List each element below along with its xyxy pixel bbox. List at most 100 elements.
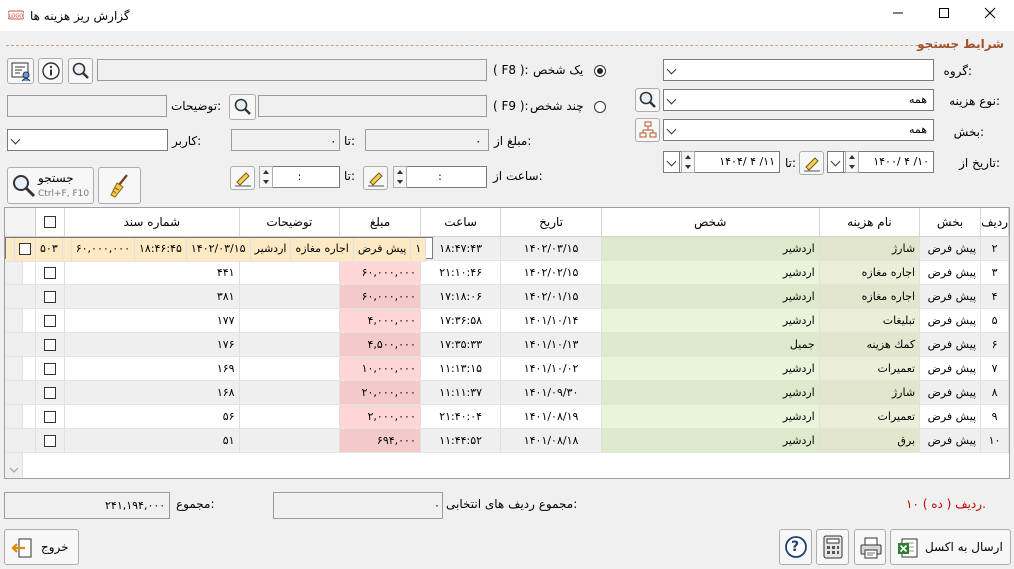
time-from-spinner[interactable] — [393, 166, 407, 188]
table-row[interactable]: ۱۷۶ ۴,۵۰۰,۰۰۰ ۱۷:۳۵:۳۳ ۱۴۰۱/۱۰/۱۳ جمیل کمك هز… — [5, 332, 1009, 357]
chevron-down-icon — [666, 64, 677, 75]
cell-section: پیش فرض — [919, 404, 982, 429]
date-from-dropdown[interactable] — [827, 151, 844, 173]
cell-cost-name: اجاره مغازه — [290, 237, 354, 262]
person-card-button[interactable] — [7, 58, 34, 84]
row-checkbox[interactable] — [14, 237, 36, 262]
one-person-radio[interactable] — [594, 65, 606, 77]
header-doc-no[interactable]: شماره سند — [64, 208, 240, 237]
cell-person: اردشیر — [601, 428, 820, 453]
maximize-button[interactable] — [921, 0, 967, 31]
row-checkbox[interactable] — [35, 284, 65, 309]
clear-time-from-button[interactable] — [363, 166, 388, 190]
section-divider — [6, 45, 918, 46]
group-label: گروه: — [943, 64, 972, 78]
header-amount[interactable]: مبلغ — [339, 208, 421, 237]
clear-time-to-button[interactable] — [230, 166, 255, 190]
row-checkbox[interactable] — [35, 380, 65, 405]
cell-date: ۱۴۰۲/۰۳/۱۵ — [500, 236, 602, 261]
table-row[interactable]: ۱۶۹ ۱۰,۰۰۰,۰۰۰ ۱۱:۱۳:۱۵ ۱۴۰۱/۱۰/۰۲ اردشیر تعم… — [5, 356, 1009, 381]
time-to-spinner[interactable] — [259, 166, 273, 188]
header-row[interactable]: ردیف — [980, 208, 1009, 237]
person-info-button[interactable] — [38, 58, 63, 84]
section-select[interactable]: همه — [663, 119, 934, 141]
group-select[interactable] — [663, 59, 934, 81]
table-row[interactable]: ۳۸۱ ۶۰,۰۰۰,۰۰۰ ۱۷:۱۸:۰۶ ۱۴۰۲/۰۱/۱۵ اردشیر اجا… — [5, 284, 1009, 309]
row-select-checkbox[interactable] — [44, 315, 57, 327]
cell-time: ۱۷:۳۶:۵۸ — [420, 308, 502, 333]
row-select-checkbox[interactable] — [44, 291, 57, 303]
table-row[interactable]: ۴۴۱ ۶۰,۰۰۰,۰۰۰ ۲۱:۱۰:۴۶ ۱۴۰۲/۰۲/۱۵ اردشیر اجا… — [5, 260, 1009, 285]
row-select-checkbox[interactable] — [19, 243, 31, 256]
cell-row-number: ۸ — [980, 380, 1009, 405]
date-to-spinner[interactable] — [681, 151, 695, 173]
row-checkbox[interactable] — [35, 356, 65, 381]
cell-person: اردشیر — [601, 308, 820, 333]
select-all-checkbox[interactable] — [44, 216, 57, 229]
header-section[interactable]: بخش — [919, 208, 982, 237]
amount-from-value: ۰ — [475, 134, 482, 148]
cost-type-select[interactable]: همه — [663, 89, 934, 111]
table-row[interactable]: ۵۶ ۲,۰۰۰,۰۰۰ ۲۱:۴۰:۰۴ ۱۴۰۱/۰۸/۱۹ اردشیر تعمیر… — [5, 404, 1009, 429]
table-row[interactable]: ۱۷۷ ۴,۰۰۰,۰۰۰ ۱۷:۳۶:۵۸ ۱۴۰۱/۱۰/۱۴ اردشیر تبلی… — [5, 308, 1009, 333]
cell-doc-no: ۵۶ — [64, 404, 240, 429]
calculator-button[interactable] — [816, 529, 849, 565]
header-person[interactable]: شخص — [601, 208, 820, 237]
multi-person-key: ( F9 ): — [493, 99, 529, 113]
clear-date-button[interactable] — [799, 151, 824, 175]
row-checkbox[interactable] — [35, 404, 65, 429]
row-select-checkbox[interactable] — [44, 339, 57, 351]
description-search-button[interactable] — [229, 94, 256, 120]
date-from-spinner[interactable] — [845, 151, 859, 173]
close-icon — [984, 7, 996, 19]
multi-person-radio[interactable] — [594, 101, 606, 113]
user-select[interactable] — [7, 129, 168, 151]
multi-person-input[interactable] — [258, 95, 487, 117]
cost-type-search-button[interactable] — [635, 88, 660, 112]
cell-description — [239, 308, 341, 333]
row-spacer — [5, 284, 37, 309]
row-checkbox[interactable] — [35, 332, 65, 357]
table-row[interactable]: ۱۶۸ ۲۰,۰۰۰,۰۰۰ ۱۱:۱۱:۳۷ ۱۴۰۱/۰۹/۳۰ اردشیر شار… — [5, 380, 1009, 405]
amount-to-input[interactable] — [231, 129, 340, 151]
table-row[interactable]: ۵۰۳ ۶۰,۰۰۰,۰۰۰ ۱۸:۴۶:۴۵ ۱۴۰۲/۰۳/۱۵ اردشیر اجا… — [5, 236, 434, 262]
header-select-all[interactable] — [35, 208, 65, 237]
cell-description — [239, 380, 341, 405]
description-input[interactable] — [7, 95, 167, 117]
header-description[interactable]: توضیحات — [239, 208, 341, 237]
date-to-dropdown[interactable] — [663, 151, 680, 173]
search-button[interactable]: جستجو Ctrl+F, F10 — [7, 167, 94, 204]
row-select-checkbox[interactable] — [44, 411, 57, 423]
header-date[interactable]: تاریخ — [500, 208, 602, 237]
row-checkbox[interactable] — [35, 308, 65, 333]
row-select-checkbox[interactable] — [44, 363, 57, 375]
cell-row-number: ۹ — [980, 404, 1009, 429]
row-select-checkbox[interactable] — [44, 267, 57, 279]
export-excel-button[interactable]: ارسال به اکسل — [890, 529, 1011, 565]
date-from-label: تاریخ از: — [959, 156, 1000, 170]
header-time[interactable]: ساعت — [420, 208, 502, 237]
print-button[interactable] — [854, 529, 886, 565]
section-tree-button[interactable] — [635, 118, 660, 142]
row-select-checkbox[interactable] — [44, 387, 57, 399]
cell-date: ۱۴۰۱/۰۸/۱۹ — [500, 404, 602, 429]
table-row[interactable]: ۵۱ ۶۹۴,۰۰۰ ۱۱:۴۴:۵۲ ۱۴۰۱/۰۸/۱۸ اردشیر برق پیش … — [5, 428, 1009, 453]
time-from-input[interactable]: : — [393, 166, 487, 188]
one-person-input[interactable] — [97, 59, 487, 81]
cell-section: پیش فرض — [919, 380, 982, 405]
search-icon — [72, 62, 89, 79]
header-cost-name[interactable]: نام هزینه — [819, 208, 921, 237]
exit-button[interactable]: خروج — [4, 529, 79, 565]
cell-cost-name: تعمیرات — [819, 356, 921, 381]
row-checkbox[interactable] — [35, 260, 65, 285]
clear-all-button[interactable] — [98, 167, 141, 204]
minimize-button[interactable] — [875, 0, 921, 31]
close-button[interactable] — [967, 0, 1013, 31]
row-checkbox[interactable] — [35, 428, 65, 453]
row-spacer — [6, 237, 15, 262]
person-search-button[interactable] — [68, 58, 93, 84]
amount-from-input[interactable] — [365, 129, 489, 151]
row-select-checkbox[interactable] — [44, 435, 57, 447]
cell-cost-name: برق — [819, 428, 921, 453]
help-button[interactable]: ? — [779, 529, 812, 565]
